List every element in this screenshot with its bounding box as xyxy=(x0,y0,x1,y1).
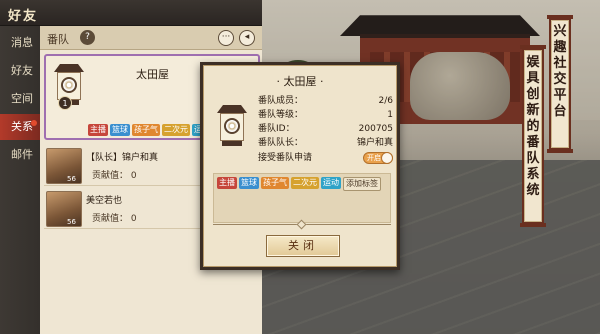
info-value: 锦户和真 xyxy=(356,138,393,148)
dialog-tags: 主播 篮球 孩子气 二次元 运动 添加标签 xyxy=(213,173,391,223)
banner-char: 具 xyxy=(526,71,540,86)
tag-chip: 孩子气 xyxy=(132,124,160,136)
accept-applications-toggle[interactable]: 开启 xyxy=(363,152,393,164)
info-row-members: 番队成员： 2/6 xyxy=(258,95,393,108)
tag-chip: 二次元 xyxy=(162,124,190,136)
team-panel-label: 番队 xyxy=(47,33,69,46)
notification-dot-icon xyxy=(31,120,37,126)
info-row-level: 番队等级： 1 xyxy=(258,109,393,122)
banner-char: 平 xyxy=(553,88,567,103)
nav-item-mail[interactable]: 邮件 xyxy=(0,142,40,168)
dialog-title: · 太田屋 · xyxy=(276,75,324,88)
close-button[interactable]: 关闭 xyxy=(266,235,340,257)
back-arrow-icon[interactable]: ◂ xyxy=(239,30,255,46)
info-value: 2/6 xyxy=(378,96,393,106)
tag-chip: 主播 xyxy=(88,124,108,136)
avatar-level: 56 xyxy=(67,175,76,183)
team-tags: 主播 篮球 孩子气 二次元 运动 xyxy=(88,124,212,136)
nav-item-friends[interactable]: 好友 xyxy=(0,58,40,84)
nav-item-relations[interactable]: 关系 xyxy=(0,114,40,140)
team-info-dialog: · 太田屋 · 番队成员： 2/6 番队等级： 1 番队ID： 200705 番… xyxy=(200,62,400,270)
nav-item-label: 好友 xyxy=(11,64,33,77)
banner-char: 台 xyxy=(553,104,567,119)
info-row-leader: 番队队长： 锦户和真 xyxy=(258,137,393,150)
banner-char: 创 xyxy=(526,87,540,102)
accept-applications-label: 接受番队申请 xyxy=(258,153,313,163)
banner-team-system: 娱 具 创 新 的 番 队 系 统 xyxy=(520,45,546,227)
help-icon[interactable]: ? xyxy=(80,30,95,45)
avatar-level: 56 xyxy=(67,218,76,226)
contribution-label: 贡献值： xyxy=(92,171,129,181)
banner-char: 统 xyxy=(526,183,540,198)
nav-item-label: 空间 xyxy=(11,92,33,105)
banner-char: 交 xyxy=(553,72,567,87)
member-contribution: 贡献值： 0 xyxy=(92,211,137,224)
divider xyxy=(213,219,391,230)
banner-char: 兴 xyxy=(553,24,567,39)
nav-item-space[interactable]: 空间 xyxy=(0,86,40,112)
more-options-icon[interactable]: ··· xyxy=(218,30,234,46)
team-name: 太田屋 xyxy=(136,68,169,81)
banner-char: 系 xyxy=(526,167,540,182)
nav-item-messages[interactable]: 消息 xyxy=(0,30,40,56)
tag-chip: 主播 xyxy=(217,177,237,189)
banner-char: 番 xyxy=(526,135,540,150)
tag-chip: 篮球 xyxy=(110,124,130,136)
member-contribution: 贡献值： 0 xyxy=(92,168,137,181)
tag-chip: 篮球 xyxy=(239,177,259,189)
avatar: 56 xyxy=(46,191,82,227)
member-name: 美空若也 xyxy=(86,196,123,206)
tag-chip: 运动 xyxy=(321,177,341,189)
info-value: 1 xyxy=(387,110,393,120)
info-key: 番队队长： xyxy=(258,138,304,148)
friends-sidenav: 消息 好友 空间 关系 邮件 xyxy=(0,26,40,334)
add-tag-button[interactable]: 添加标签 xyxy=(343,177,381,191)
team-lantern-icon xyxy=(217,105,247,147)
tag-chip: 二次元 xyxy=(291,177,319,189)
contribution-value: 0 xyxy=(130,214,137,224)
nav-item-label: 消息 xyxy=(11,36,33,49)
toggle-knob xyxy=(381,152,393,164)
info-row-accept-applications: 接受番队申请 开启 xyxy=(258,152,393,165)
banner-char: 的 xyxy=(526,119,540,134)
info-value: 200705 xyxy=(358,124,393,134)
toggle-label: 开启 xyxy=(367,154,381,162)
avatar: 56 xyxy=(46,148,82,184)
team-panel-header: 番队 ? ··· ◂ xyxy=(40,26,262,50)
banner-char: 社 xyxy=(553,56,567,71)
member-name: 【队长】锦户和真 xyxy=(86,153,159,163)
contribution-value: 0 xyxy=(130,171,137,181)
banner-char: 娱 xyxy=(526,55,540,70)
banner-social-platform: 兴 趣 社 交 平 台 xyxy=(547,15,573,153)
info-key: 番队等级： xyxy=(258,110,304,120)
window-title: 好友 xyxy=(8,9,39,24)
banner-char: 趣 xyxy=(553,40,567,55)
nav-item-label: 邮件 xyxy=(11,148,33,161)
banner-char: 队 xyxy=(526,151,540,166)
nav-item-label: 关系 xyxy=(11,120,33,133)
friends-window-titlebar: 好友 xyxy=(0,0,262,26)
contribution-label: 贡献值： xyxy=(92,214,129,224)
tag-chip: 孩子气 xyxy=(261,177,289,189)
info-key: 番队成员： xyxy=(258,96,304,106)
info-row-team-id: 番队ID： 200705 xyxy=(258,123,393,136)
banner-char: 新 xyxy=(526,103,540,118)
team-level-badge: 1 xyxy=(58,96,72,110)
info-key: 番队ID： xyxy=(258,124,295,134)
